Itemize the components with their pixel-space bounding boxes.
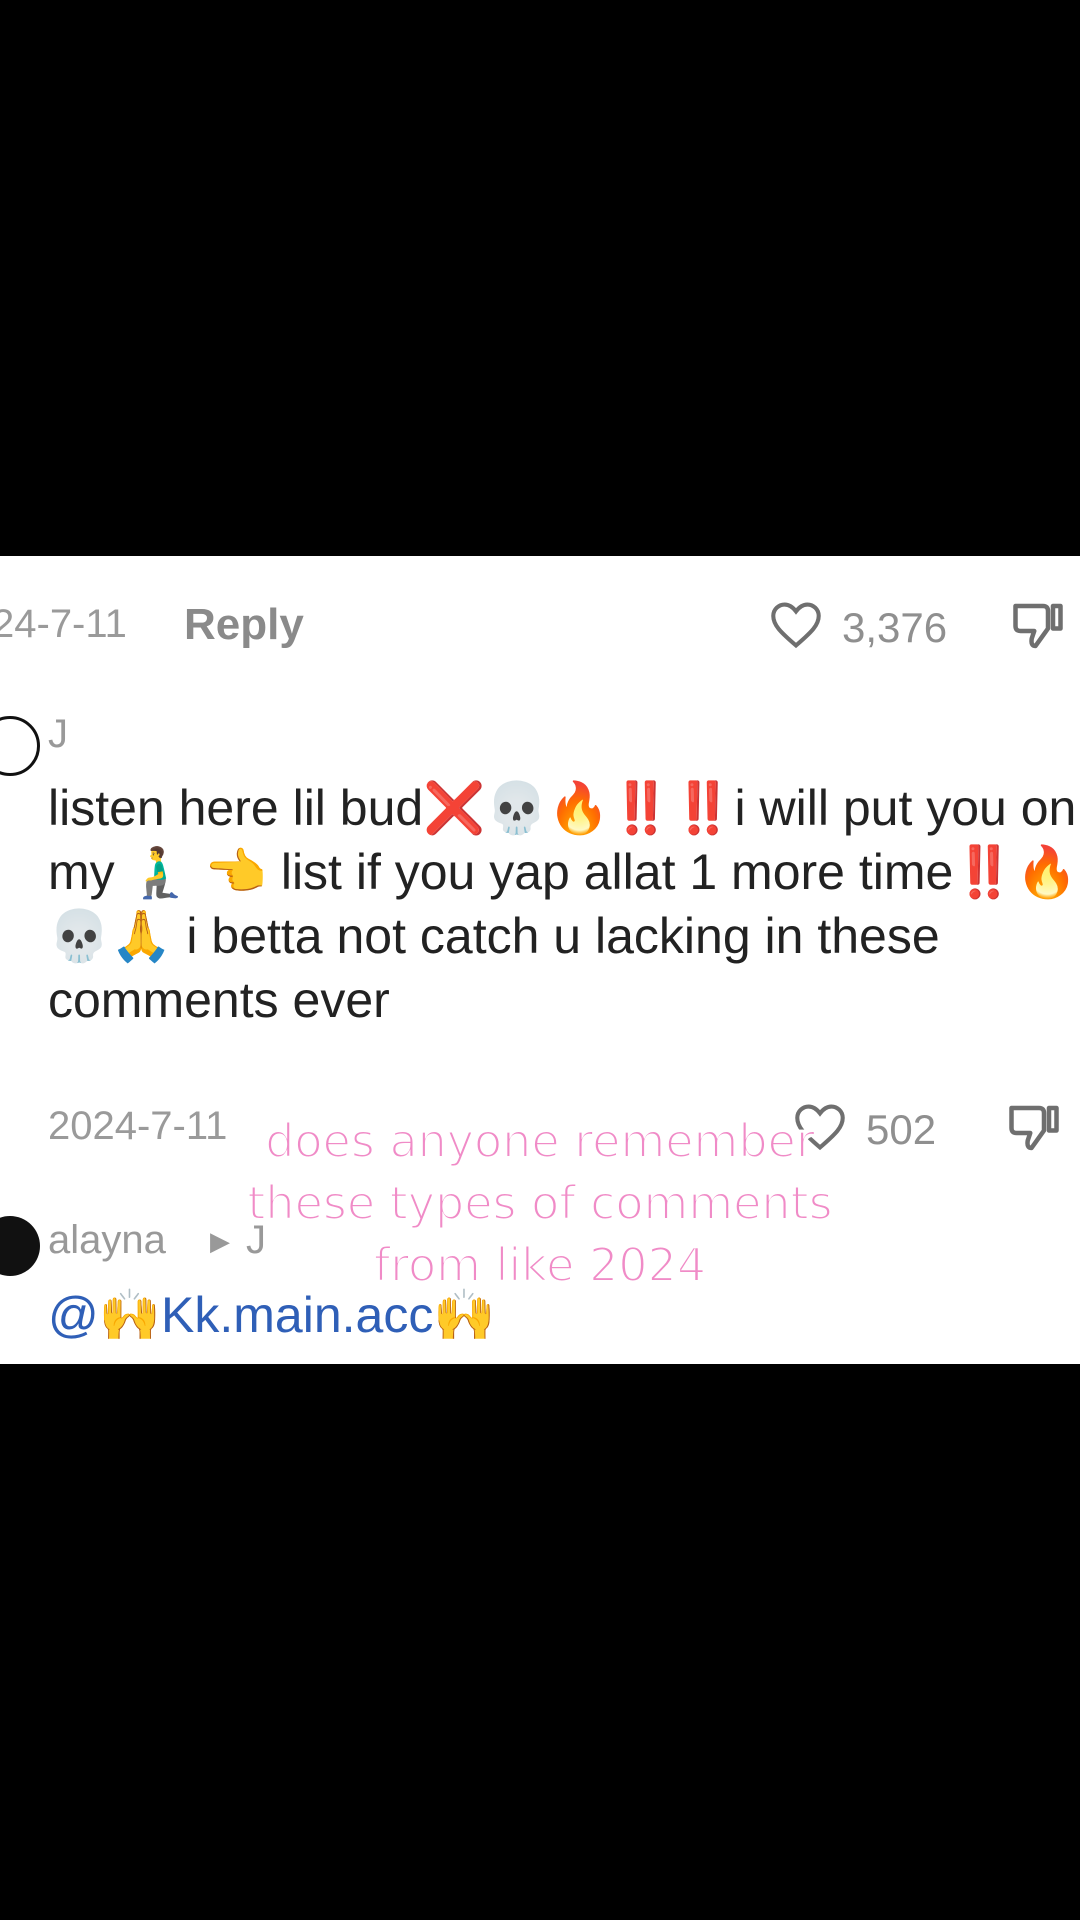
avatar[interactable] xyxy=(0,716,40,776)
comment-username[interactable]: J xyxy=(48,712,68,757)
comment-date: 24-7-11 xyxy=(0,602,127,646)
comment-meta-row: 24-7-11 Reply 3,376 xyxy=(0,596,1080,656)
caption-line: does anyone remember xyxy=(264,1113,816,1169)
dislike-icon[interactable] xyxy=(1008,596,1068,656)
comment-text: listen here lil bud❌💀🔥‼️‼️i will put you… xyxy=(48,780,1078,1028)
caption-line: these types of comments xyxy=(246,1175,833,1231)
reply-button[interactable]: Reply xyxy=(184,600,304,650)
caption-line: from like 2024 xyxy=(373,1237,707,1293)
like-count: 3,376 xyxy=(842,604,948,651)
caption-overlay: does anyone remember these types of comm… xyxy=(0,1110,1080,1296)
heart-icon[interactable] xyxy=(768,600,824,650)
